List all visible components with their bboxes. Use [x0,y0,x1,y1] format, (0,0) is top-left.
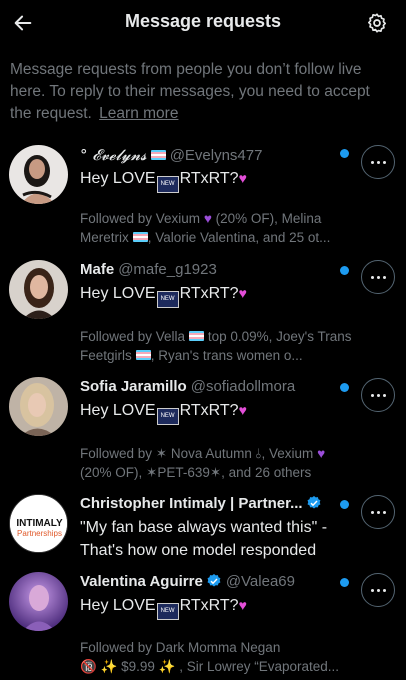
avatar[interactable] [9,572,68,631]
handle: @Valea69 [225,573,295,590]
followed-by: Followed by Vella top 0.09%, Joey's Tran… [80,327,360,365]
sparkling-heart-icon: ♥ [238,285,247,301]
more-icon [370,393,374,397]
more-icon [370,588,374,592]
followed-text-2: 🔞 ✨ $9.99 ✨ , Sir Lowrey “Evaporated... [80,659,340,674]
name-line: Christopher Intimaly | Partner... [80,494,340,514]
svg-text:Partnerships: Partnerships [17,529,62,538]
followed-text-2: (20% OF), ✶PET-639✶, and 26 others [80,465,312,480]
purple-heart-icon: ♥ [203,211,212,226]
message-text: Hey LOVE [80,597,156,614]
followed-text-3: , Valorie Valentina, and 25 ot... [147,230,331,245]
followed-by: Followed by ✶ Nova Autumn ⫰, Vexium ♥ (2… [80,444,360,482]
more-icon [370,160,374,164]
followed-by: Followed by Vexium ♥ (20% OF), Melina Me… [80,209,360,247]
purple-heart-icon: ♥ [317,446,326,461]
new-badge-icon: NEW [156,176,179,193]
name-line: Sofia Jaramillo @sofiadollmora [80,377,340,397]
avatar[interactable] [9,260,68,319]
learn-more-link[interactable]: Learn more [99,105,178,122]
request-row-sofia[interactable]: Sofia Jaramillo @sofiadollmora Hey LOVE NE… [0,377,406,482]
intimaly-logo: INTIMALY Partnerships [10,495,67,552]
message-text-2: RTxRT? [179,402,239,419]
trans-flag-icon [189,331,205,341]
avatar[interactable] [9,377,68,436]
name-line: Mafe @mafe_g1923 [80,260,340,280]
followed-text: Followed by Dark Momma Negan [80,640,281,655]
request-row-christopher[interactable]: INTIMALY Partnerships Christopher Intima… [0,494,406,564]
more-options-button[interactable] [361,145,395,179]
sparkling-heart-icon: ♥ [238,402,247,418]
new-badge-icon: NEW [156,603,179,620]
message-text: Hey LOVE [80,170,156,187]
display-name: Christopher Intimaly | Partner... [80,495,303,512]
message-preview: Hey LOVE NEW RTxRT?♥ [80,594,350,620]
request-row-valentina[interactable]: Valentina Aguirre @Valea69 Hey LOVE NEW RTx… [0,572,406,680]
trans-flag-icon [132,232,148,242]
message-text-2: RTxRT? [179,170,239,187]
info-text: Message requests from people you don’t f… [10,59,390,125]
more-icon [370,275,374,279]
unread-dot [340,149,349,158]
request-row-evelyns[interactable]: ° 𝓔𝓿𝓮𝓵𝔂𝓷𝓼 @Evelyns477 Hey LOVE NEW RTxRT?♥ … [0,145,406,250]
followed-text: Followed by Vella [80,329,186,344]
followed-text: Followed by Vexium [80,211,201,226]
unread-dot [340,500,349,509]
trans-flag-icon [135,350,151,360]
new-badge-icon: NEW [156,408,179,425]
message-preview: Hey LOVE NEW RTxRT?♥ [80,167,350,193]
handle: @Evelyns477 [169,147,263,164]
handle: @mafe_g1923 [118,261,217,278]
message-preview: "My fan base always wanted this" - That'… [80,519,328,559]
avatar[interactable] [9,145,68,204]
display-name: Mafe [80,261,115,278]
message-text-2: RTxRT? [179,285,239,302]
more-options-button[interactable] [361,378,395,412]
sparkling-heart-icon: ♥ [238,597,247,613]
display-name: Sofia Jaramillo [80,378,187,395]
sparkling-heart-icon: ♥ [238,170,247,186]
name-line: ° 𝓔𝓿𝓮𝓵𝔂𝓷𝓼 @Evelyns477 [80,145,340,165]
followed-by: Followed by Dark Momma Negan 🔞 ✨ $9.99 ✨… [80,638,360,676]
handle: @sofiadollmora [190,378,296,395]
trans-flag-icon [150,150,166,160]
message-text: Hey LOVE [80,285,156,302]
unread-dot [340,578,349,587]
top-bar: Message requests [0,0,406,46]
settings-button[interactable] [362,8,392,38]
verified-badge-icon [307,496,320,509]
display-name: ° 𝓔𝓿𝓮𝓵𝔂𝓷𝓼 [80,146,147,164]
name-line: Valentina Aguirre @Valea69 [80,572,340,592]
message-text-2: RTxRT? [179,597,239,614]
followed-text: Followed by ✶ Nova Autumn ⫰, Vexium [80,446,314,461]
verified-badge-icon [207,574,221,587]
new-badge-icon: NEW [156,291,179,308]
followed-text-3: , Ryan's trans women o... [150,348,303,363]
avatar[interactable]: INTIMALY Partnerships [9,494,68,553]
display-name: Valentina Aguirre [80,573,203,590]
message-preview: Hey LOVE NEW RTxRT?♥ [80,399,350,425]
info-description: Message requests from people you don’t f… [10,61,370,122]
unread-dot [340,383,349,392]
gear-icon [368,13,386,33]
svg-text:INTIMALY: INTIMALY [16,518,63,529]
request-row-mafe[interactable]: Mafe @mafe_g1923 Hey LOVE NEW RTxRT?♥ Follo… [0,260,406,365]
more-options-button[interactable] [361,260,395,294]
message-preview: Hey LOVE NEW RTxRT?♥ [80,282,350,308]
more-options-button[interactable] [361,495,395,529]
more-options-button[interactable] [361,573,395,607]
more-icon [370,510,374,514]
unread-dot [340,266,349,275]
page-title: Message requests [124,11,282,31]
message-text: Hey LOVE [80,402,156,419]
